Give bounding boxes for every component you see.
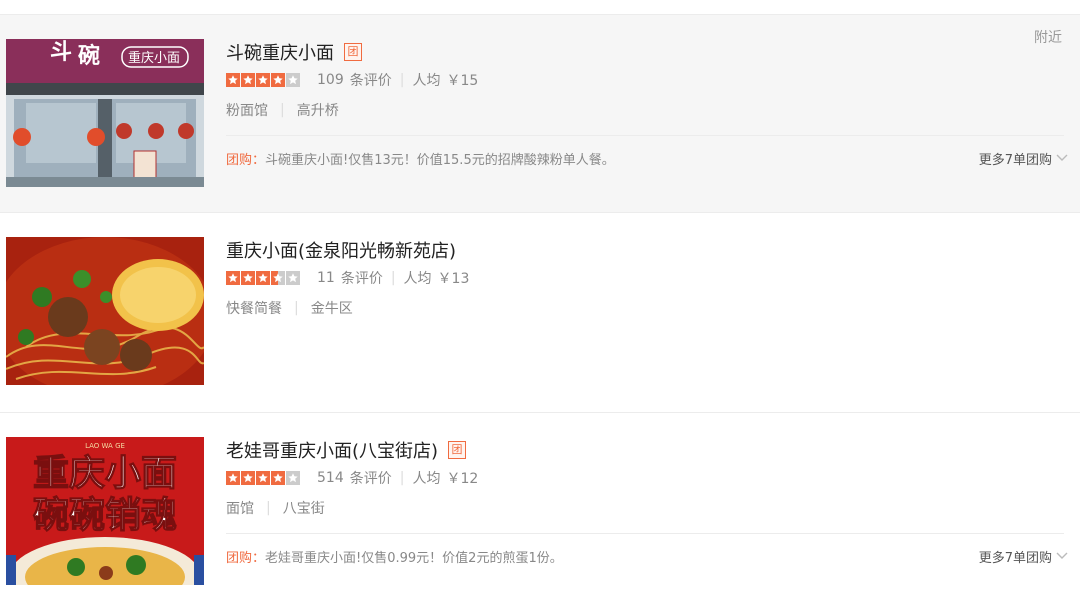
deal-label: 团购： [226,152,266,168]
star-icon [241,73,255,87]
review-unit[interactable]: 条评价 [341,268,383,288]
star-icon [256,73,270,87]
review-unit[interactable]: 条评价 [350,70,392,90]
area-tag[interactable]: 金牛区 [311,298,353,318]
star-icon [226,271,240,285]
review-count[interactable]: 109 [317,72,344,88]
svg-text:碗: 碗 [78,43,100,69]
distance-label: 附近 [1034,30,1062,46]
divider: | [399,72,405,88]
avg-price: ￥15 [446,73,479,89]
star-icon [256,471,270,485]
shop-photo-sign: 重庆小面 [128,50,180,66]
divider: | [399,470,405,486]
more-deals-label: 更多7单团购 [978,550,1052,566]
avg-price: ￥13 [437,271,470,287]
deal-label: 团购： [226,550,266,566]
deal-divider [226,135,1064,136]
deal-divider [226,533,1064,534]
shop-item-3[interactable]: LAO WA GE 重庆小面 碗碗销魂 老娃哥重庆小面(八宝街店) 团 514 … [0,413,1080,603]
svg-text:斗: 斗 [50,39,72,65]
chevron-down-icon [1056,154,1068,161]
chevron-down-icon [1056,552,1068,559]
shop-item-2[interactable]: 重庆小面(金泉阳光畅新苑店) 11 条评价 | 人均 ￥13 快餐简餐 | 金牛… [0,213,1080,413]
poster-line-2: 碗碗销魂 [33,494,177,536]
star-rating [226,73,301,87]
star-icon [226,471,240,485]
deal-row[interactable]: 团购： 老娃哥重庆小面!仅售0.99元！价值2元的煎蛋1份。 [226,547,563,566]
star-icon [241,471,255,485]
review-count[interactable]: 514 [317,470,344,486]
deal-text[interactable]: 老娃哥重庆小面!仅售0.99元！价值2元的煎蛋1份。 [265,547,563,566]
divider: | [390,270,396,286]
category-tag[interactable]: 快餐简餐 [226,298,282,318]
star-icon [226,73,240,87]
more-deals-link[interactable]: 更多7单团购 [978,149,1068,168]
star-rating [226,471,301,485]
review-unit[interactable]: 条评价 [350,468,392,488]
divider: | [294,300,299,316]
star-icon [256,271,270,285]
review-count[interactable]: 11 [317,270,335,286]
deal-text[interactable]: 斗碗重庆小面!仅售13元！价值15.5元的招牌酸辣粉单人餐。 [265,149,615,168]
more-deals-label: 更多7单团购 [978,152,1052,168]
shop-title-row: 老娃哥重庆小面(八宝街店) 团 [226,437,467,463]
shop-photo[interactable] [6,237,204,385]
star-icon [286,471,300,485]
more-deals-link[interactable]: 更多7单团购 [978,547,1068,566]
avg-label: 人均 [403,271,432,287]
shop-title-row: 斗碗重庆小面 团 [226,39,362,65]
tag-row: 面馆 | 八宝街 [226,499,325,517]
group-buy-badge: 团 [344,43,362,61]
divider: | [280,102,285,118]
deal-row[interactable]: 团购： 斗碗重庆小面!仅售13元！价值15.5元的招牌酸辣粉单人餐。 [226,149,615,168]
star-rating [226,271,301,285]
shop-name[interactable]: 老娃哥重庆小面(八宝街店) [226,437,438,463]
group-buy-badge: 团 [448,441,467,459]
shop-name[interactable]: 斗碗重庆小面 [226,39,334,65]
tag-row: 快餐简餐 | 金牛区 [226,299,353,317]
shop-name[interactable]: 重庆小面(金泉阳光畅新苑店) [226,237,456,263]
svg-text:LAO WA GE: LAO WA GE [85,442,125,450]
area-tag[interactable]: 八宝街 [283,498,325,518]
divider: | [266,500,271,516]
rating-row: 11 条评价 | 人均 ￥13 [226,269,469,287]
star-icon [271,271,285,285]
area-tag[interactable]: 高升桥 [297,100,339,120]
shop-photo[interactable]: LAO WA GE 重庆小面 碗碗销魂 [6,437,204,585]
star-icon [271,73,285,87]
shop-photo[interactable]: 斗 碗 重庆小面 [6,39,204,187]
rating-row: 514 条评价 | 人均 ￥12 [226,469,478,487]
star-icon [241,271,255,285]
category-tag[interactable]: 粉面馆 [226,100,268,120]
star-icon [286,271,300,285]
avg-price: ￥12 [446,471,479,487]
shop-list: 斗 碗 重庆小面 斗碗重庆小面 团 109 条评价 | 人均 ￥15 粉面馆 |… [0,0,1080,603]
poster-line-1: 重庆小面 [33,452,177,494]
star-icon [271,471,285,485]
avg-label: 人均 [412,471,441,487]
category-tag[interactable]: 面馆 [226,498,254,518]
rating-row: 109 条评价 | 人均 ￥15 [226,71,478,89]
avg-label: 人均 [412,73,441,89]
shop-title-row: 重庆小面(金泉阳光畅新苑店) [226,237,456,263]
star-icon [286,73,300,87]
tag-row: 粉面馆 | 高升桥 [226,101,339,119]
shop-item-1[interactable]: 斗 碗 重庆小面 斗碗重庆小面 团 109 条评价 | 人均 ￥15 粉面馆 |… [0,14,1080,213]
